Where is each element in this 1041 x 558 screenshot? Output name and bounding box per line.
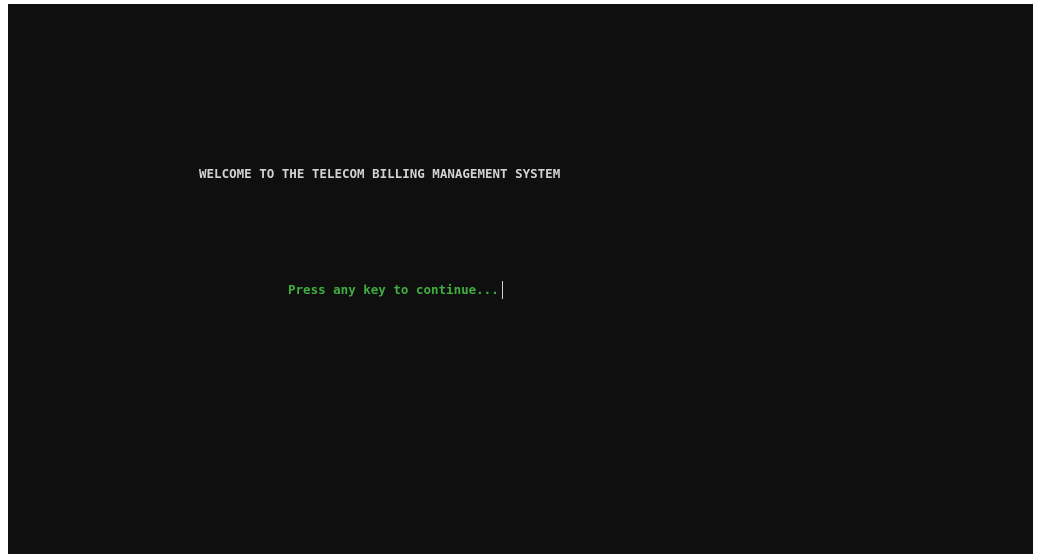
console-window[interactable]: WELCOME TO THE TELECOM BILLING MANAGEMEN… (8, 4, 1033, 554)
welcome-banner: WELCOME TO THE TELECOM BILLING MANAGEMEN… (199, 166, 561, 181)
continue-prompt-line: Press any key to continue... (288, 281, 503, 299)
continue-prompt: Press any key to continue... (288, 282, 499, 297)
text-cursor (501, 281, 503, 299)
